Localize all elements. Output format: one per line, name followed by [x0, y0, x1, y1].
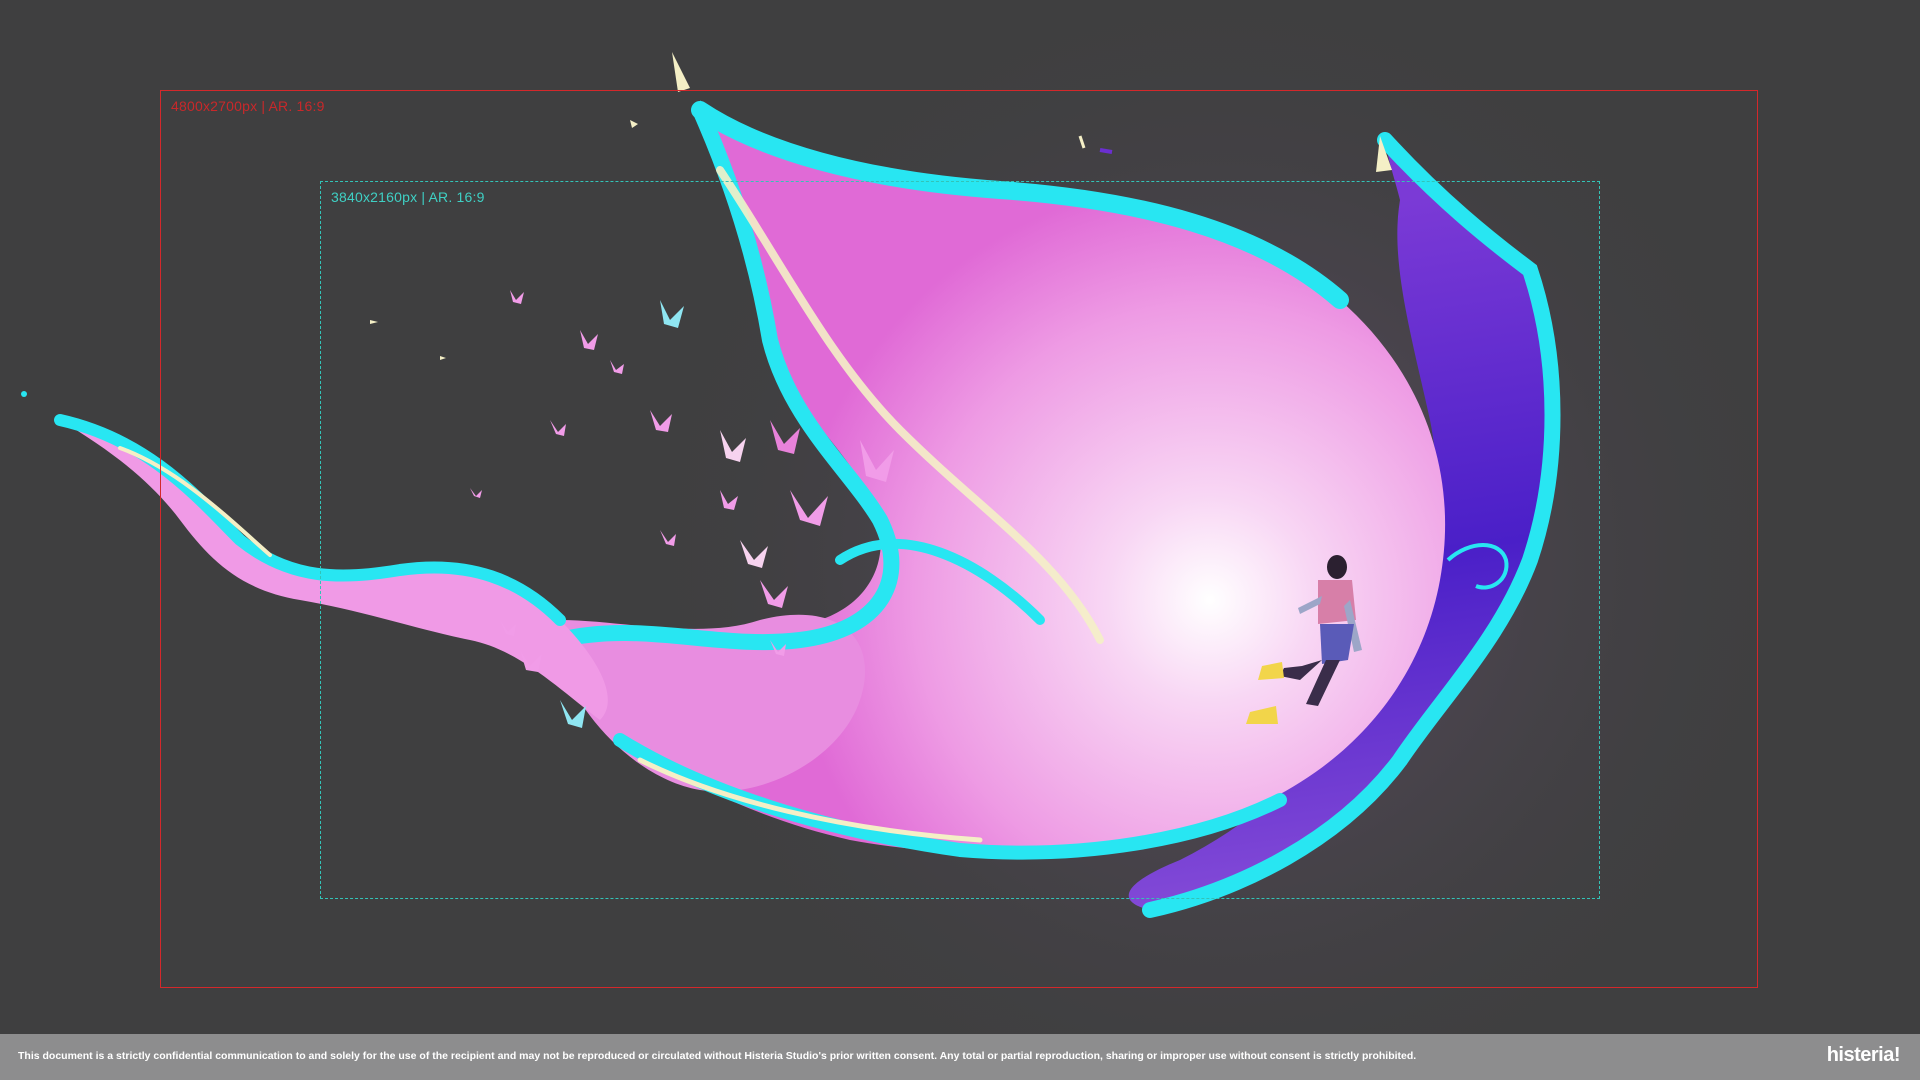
confidentiality-notice: This document is a strictly confidential… [18, 1050, 1417, 1062]
histeria-logo: histeria! [1826, 1044, 1901, 1066]
outer-frame-label: 4800x2700px | AR. 16:9 [171, 98, 325, 114]
confidentiality-footer: This document is a strictly confidential… [0, 1034, 1920, 1080]
artwork-canvas: 4800x2700px | AR. 16:9 3840x2160px | AR.… [0, 0, 1920, 1034]
inner-safe-frame [320, 181, 1600, 899]
inner-frame-label: 3840x2160px | AR. 16:9 [331, 189, 485, 205]
